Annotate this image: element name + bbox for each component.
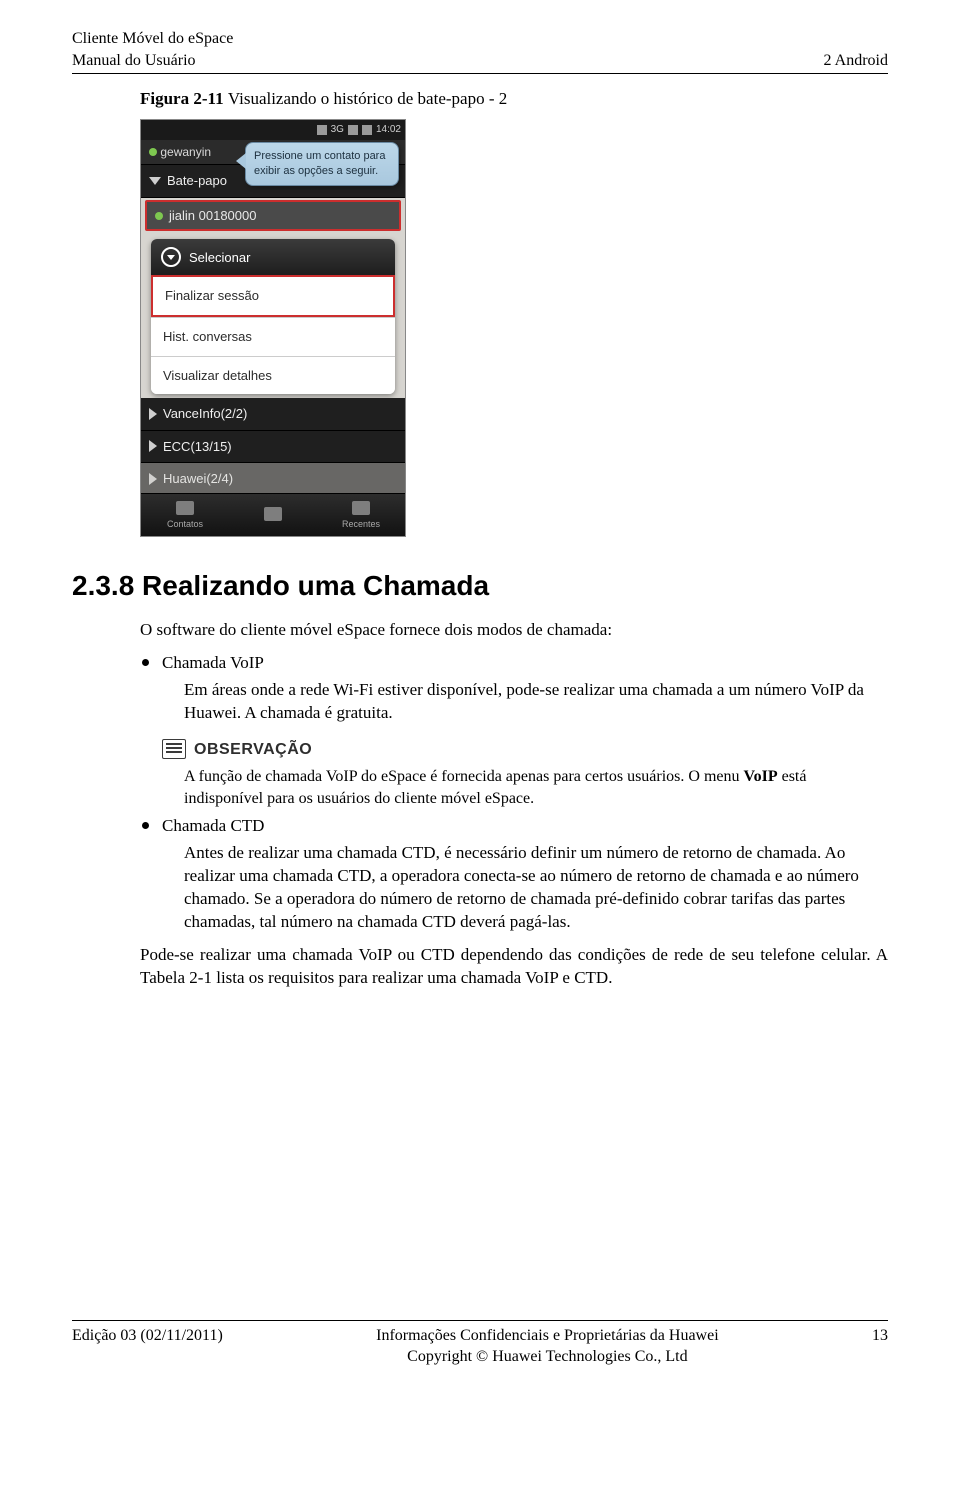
- group-label: ECC(13/15): [163, 438, 232, 456]
- bullet-ctd: Chamada CTD Antes de realizar uma chamad…: [140, 815, 888, 934]
- voip-description: Em áreas onde a rede Wi-Fi estiver dispo…: [184, 679, 888, 725]
- bullet-label: Chamada CTD: [162, 816, 264, 835]
- intro-paragraph: O software do cliente móvel eSpace forne…: [140, 619, 888, 642]
- group-vanceinfo[interactable]: VanceInfo(2/2): [141, 398, 405, 431]
- caret-right-icon: [149, 408, 157, 420]
- section-heading: 2.3.8 Realizando uma Chamada: [72, 567, 888, 605]
- page-header: Cliente Móvel do eSpace Manual do Usuári…: [72, 28, 888, 74]
- figure-label: Figura 2-11: [140, 89, 224, 108]
- caret-right-icon: [149, 440, 157, 452]
- menu-item-view-details[interactable]: Visualizar detalhes: [151, 356, 395, 395]
- tab-center[interactable]: [229, 507, 316, 524]
- group-label: Huawei(2/4): [163, 470, 233, 488]
- contact-row-jialin[interactable]: jialin 00180000: [145, 200, 401, 232]
- observation-note: A função de chamada VoIP do eSpace é for…: [184, 766, 888, 809]
- tab-recent[interactable]: Recentes: [317, 501, 404, 530]
- presence-dot-icon: [149, 148, 157, 156]
- footer-edition: Edição 03 (02/11/2011): [72, 1325, 223, 1368]
- header-left-2: Manual do Usuário: [72, 50, 196, 72]
- bullet-label: Chamada VoIP: [162, 653, 264, 672]
- recent-icon: [352, 501, 370, 515]
- closing-paragraph: Pode-se realizar uma chamada VoIP ou CTD…: [140, 944, 888, 990]
- header-left-1: Cliente Móvel do eSpace: [72, 28, 233, 50]
- battery-icon: [362, 125, 372, 135]
- tab-label: Contatos: [167, 519, 203, 529]
- caret-down-icon: [149, 177, 161, 185]
- observation-label: OBSERVAÇÃO: [194, 739, 312, 761]
- menu-item-end-session[interactable]: Finalizar sessão: [151, 275, 395, 317]
- signal-icon: 3G: [331, 123, 344, 137]
- menu-item-history[interactable]: Hist. conversas: [151, 317, 395, 356]
- signal-bars-icon: [348, 125, 358, 135]
- menu-item-select[interactable]: Selecionar: [151, 239, 395, 275]
- figure-text: Visualizando o histórico de bate-papo - …: [228, 89, 507, 108]
- ctd-description: Antes de realizar uma chamada CTD, é nec…: [184, 842, 888, 934]
- phone-icon: [264, 507, 282, 521]
- group-ecc[interactable]: ECC(13/15): [141, 431, 405, 464]
- help-tooltip: Pressione um contato para exibir as opçõ…: [245, 142, 399, 186]
- note-bold: VoIP: [744, 768, 778, 785]
- header-rule: [72, 73, 888, 74]
- footer-confidential: Informações Confidenciais e Proprietária…: [223, 1325, 872, 1347]
- menu-label: Selecionar: [189, 249, 250, 267]
- book-icon: [162, 739, 186, 759]
- context-menu: Selecionar Finalizar sessão Hist. conver…: [151, 239, 395, 394]
- group-label: VanceInfo(2/2): [163, 405, 247, 423]
- page-number: 13: [872, 1325, 888, 1368]
- tab-label: Recentes: [342, 519, 380, 529]
- presence-dot-icon: [155, 212, 163, 220]
- contact-label: gewanyin: [160, 145, 211, 159]
- clock-label: 14:02: [376, 123, 401, 137]
- phone-screenshot: 3G 14:02 Pressione um contato para exibi…: [140, 119, 406, 537]
- chevron-down-circle-icon: [161, 247, 181, 267]
- tab-contacts[interactable]: Contatos: [141, 501, 228, 530]
- note-text-pre: A função de chamada VoIP do eSpace é for…: [184, 768, 744, 785]
- page-footer: Edição 03 (02/11/2011) Informações Confi…: [72, 1311, 888, 1368]
- contacts-icon: [176, 501, 194, 515]
- header-right: 2 Android: [824, 50, 888, 72]
- footer-copyright: Copyright © Huawei Technologies Co., Ltd: [223, 1346, 872, 1368]
- phone-bottombar: Contatos Recentes: [141, 493, 405, 536]
- notification-icon: [317, 125, 327, 135]
- group-huawei[interactable]: Huawei(2/4): [141, 463, 405, 496]
- contact-label: jialin 00180000: [169, 207, 256, 225]
- footer-rule: [72, 1320, 888, 1321]
- figure-caption: Figura 2-11 Visualizando o histórico de …: [140, 88, 888, 111]
- phone-statusbar: 3G 14:02: [141, 120, 405, 140]
- caret-right-icon: [149, 473, 157, 485]
- bullet-voip: Chamada VoIP Em áreas onde a rede Wi-Fi …: [140, 652, 888, 810]
- section-label: Bate-papo: [167, 172, 227, 190]
- observation-box: OBSERVAÇÃO: [162, 739, 888, 761]
